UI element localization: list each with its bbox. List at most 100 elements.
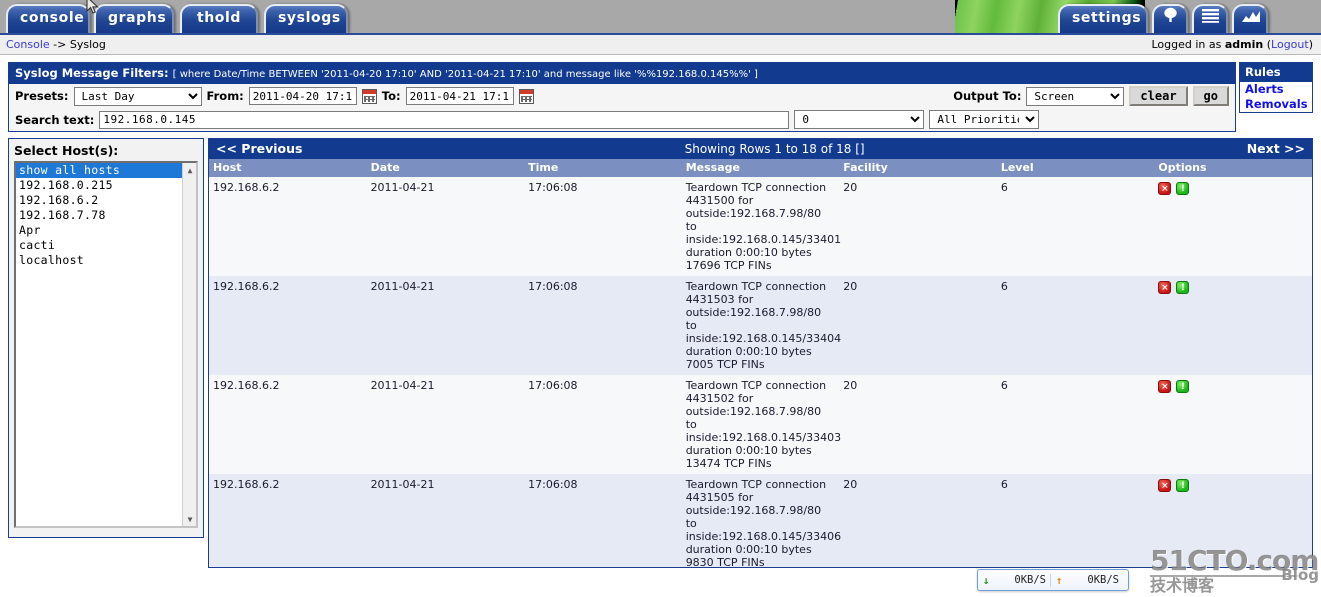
tab-graphs[interactable]: graphs [94,4,174,33]
logout-paren-open: ( [1263,38,1272,51]
watermark-sub-text: 技术博客 [1150,576,1215,595]
host-option[interactable]: 192.168.0.215 [16,178,196,193]
filter-row-dates: Presets: Last Day From: To: Output To: S… [9,84,1235,108]
cell-host: 192.168.6.2 [209,375,367,474]
breadcrumb-console-link[interactable]: Console [6,38,50,51]
tab-list-view[interactable] [1192,4,1228,33]
cell-options: ×! [1154,177,1312,276]
scroll-up-icon[interactable]: ▲ [183,163,196,177]
column-header-time[interactable]: Time [524,159,682,177]
logout-paren-close: ) [1308,38,1313,51]
tab-thold[interactable]: thold [180,4,258,33]
tab-graph-view[interactable] [1232,4,1268,33]
filter-title-label: Syslog Message Filters: [15,66,169,80]
search-text-input[interactable] [99,110,790,129]
rows-per-page-select[interactable]: 0 [794,110,925,129]
rules-removals-link[interactable]: Removals [1240,97,1312,112]
host-listbox[interactable]: show all hosts 192.168.0.215 192.168.6.2 19… [14,161,198,528]
scroll-down-icon[interactable]: ▼ [183,512,196,526]
delete-icon[interactable]: × [1158,379,1172,393]
login-prefix: Logged in as [1151,38,1225,51]
cell-time: 17:06:08 [524,474,682,567]
cell-level: 6 [996,375,1155,474]
to-date-input[interactable] [405,87,514,105]
network-speed-widget[interactable]: ↓ 0KB/S ↑ 0KB/S [977,569,1129,591]
host-option[interactable]: show all hosts [16,163,196,178]
calendar-icon-to[interactable] [518,88,534,104]
syslog-table-header: Host Date Time Message Facility Level Op… [209,159,1312,177]
column-header-level[interactable]: Level [996,159,1155,177]
column-header-date[interactable]: Date [366,159,525,177]
delete-icon[interactable]: × [1158,181,1172,195]
host-options-container: show all hosts 192.168.0.215 192.168.6.2 19… [16,163,196,268]
host-option[interactable]: localhost [16,253,196,268]
host-option[interactable]: cacti [16,238,196,253]
tab-tree-view[interactable] [1152,4,1188,33]
cell-facility: 20 [839,375,997,474]
logout-link[interactable]: Logout [1271,38,1309,51]
syslog-table: Host Date Time Message Facility Level Op… [209,159,1312,567]
alert-icon[interactable]: ! [1176,181,1190,195]
cell-host: 192.168.6.2 [209,276,367,375]
tab-graphs-label: graphs [108,10,167,26]
tab-syslogs[interactable]: syslogs [264,4,348,33]
login-status: Logged in as admin (Logout) [1151,38,1313,51]
cell-facility: 20 [839,177,997,276]
tab-settings[interactable]: settings [1058,4,1148,33]
clear-button[interactable]: clear [1129,86,1188,106]
search-text-label: Search text: [15,112,95,127]
filter-panel-title: Syslog Message Filters: [ where Date/Tim… [9,63,1235,84]
host-option[interactable]: Apr [16,223,196,238]
delete-icon[interactable]: × [1158,280,1172,294]
alert-icon[interactable]: ! [1176,478,1190,492]
delete-icon[interactable]: × [1158,478,1172,492]
host-option[interactable]: 192.168.6.2 [16,193,196,208]
column-header-host[interactable]: Host [209,159,367,177]
select-hosts-title: Select Host(s): [14,143,119,158]
breadcrumb-current: Syslog [69,38,106,51]
next-page-link[interactable]: Next >> [1247,141,1305,156]
previous-page-link[interactable]: << Previous [216,141,302,156]
cell-level: 6 [996,474,1155,567]
column-header-options: Options [1154,159,1312,177]
cell-time: 17:06:08 [524,177,682,276]
cell-message: Teardown TCP connection 4431500 for outs… [681,177,841,276]
breadcrumb: Console -> Syslog [6,38,106,51]
cell-date: 2011-04-21 [366,177,525,276]
filter-row-search: Search text: 0 All Priorities [9,108,1235,131]
alert-icon[interactable]: ! [1176,280,1190,294]
cell-options: ×! [1154,474,1312,567]
breadcrumb-separator: -> [49,38,70,51]
watermark-blog-text: Blog [1281,566,1319,584]
from-label: From: [206,89,244,103]
host-list-scrollbar[interactable]: ▲ ▼ [182,163,196,526]
table-row[interactable]: 192.168.6.2 2011-04-21 17:06:08 Teardown TC… [209,474,1312,567]
host-option[interactable]: 192.168.7.78 [16,208,196,223]
results-navigation-bar: << Previous Showing Rows 1 to 18 of 18 [… [209,139,1312,159]
table-row[interactable]: 192.168.6.2 2011-04-21 17:06:08 Teardown TC… [209,276,1312,375]
tab-console[interactable]: console [6,4,90,33]
graph-icon [1242,9,1260,27]
rules-panel: Rules Alerts Removals [1239,62,1313,113]
table-header-row: Host Date Time Message Facility Level Op… [209,159,1312,177]
calendar-icon-from[interactable] [361,88,377,104]
syslog-results-panel: << Previous Showing Rows 1 to 18 of 18 [… [208,138,1313,568]
column-header-message[interactable]: Message [681,159,840,177]
table-row[interactable]: 192.168.6.2 2011-04-21 17:06:08 Teardown TC… [209,177,1312,276]
presets-select[interactable]: Last Day [73,86,202,106]
rules-alerts-link[interactable]: Alerts [1240,82,1312,97]
tab-thold-label: thold [196,10,242,26]
cell-date: 2011-04-21 [366,474,525,567]
go-button[interactable]: go [1192,86,1229,106]
upload-arrow-icon: ↑ [1055,573,1063,587]
column-header-facility[interactable]: Facility [839,159,997,177]
cell-date: 2011-04-21 [366,276,525,375]
top-navigation-bar: console graphs thold syslogs settings [0,0,1321,33]
cell-facility: 20 [839,474,997,567]
table-row[interactable]: 192.168.6.2 2011-04-21 17:06:08 Teardown TC… [209,375,1312,474]
output-to-select[interactable]: Screen [1026,86,1125,106]
alert-icon[interactable]: ! [1176,379,1190,393]
from-date-input[interactable] [248,87,357,105]
priority-select[interactable]: All Priorities [929,110,1040,129]
to-label: To: [381,89,401,103]
